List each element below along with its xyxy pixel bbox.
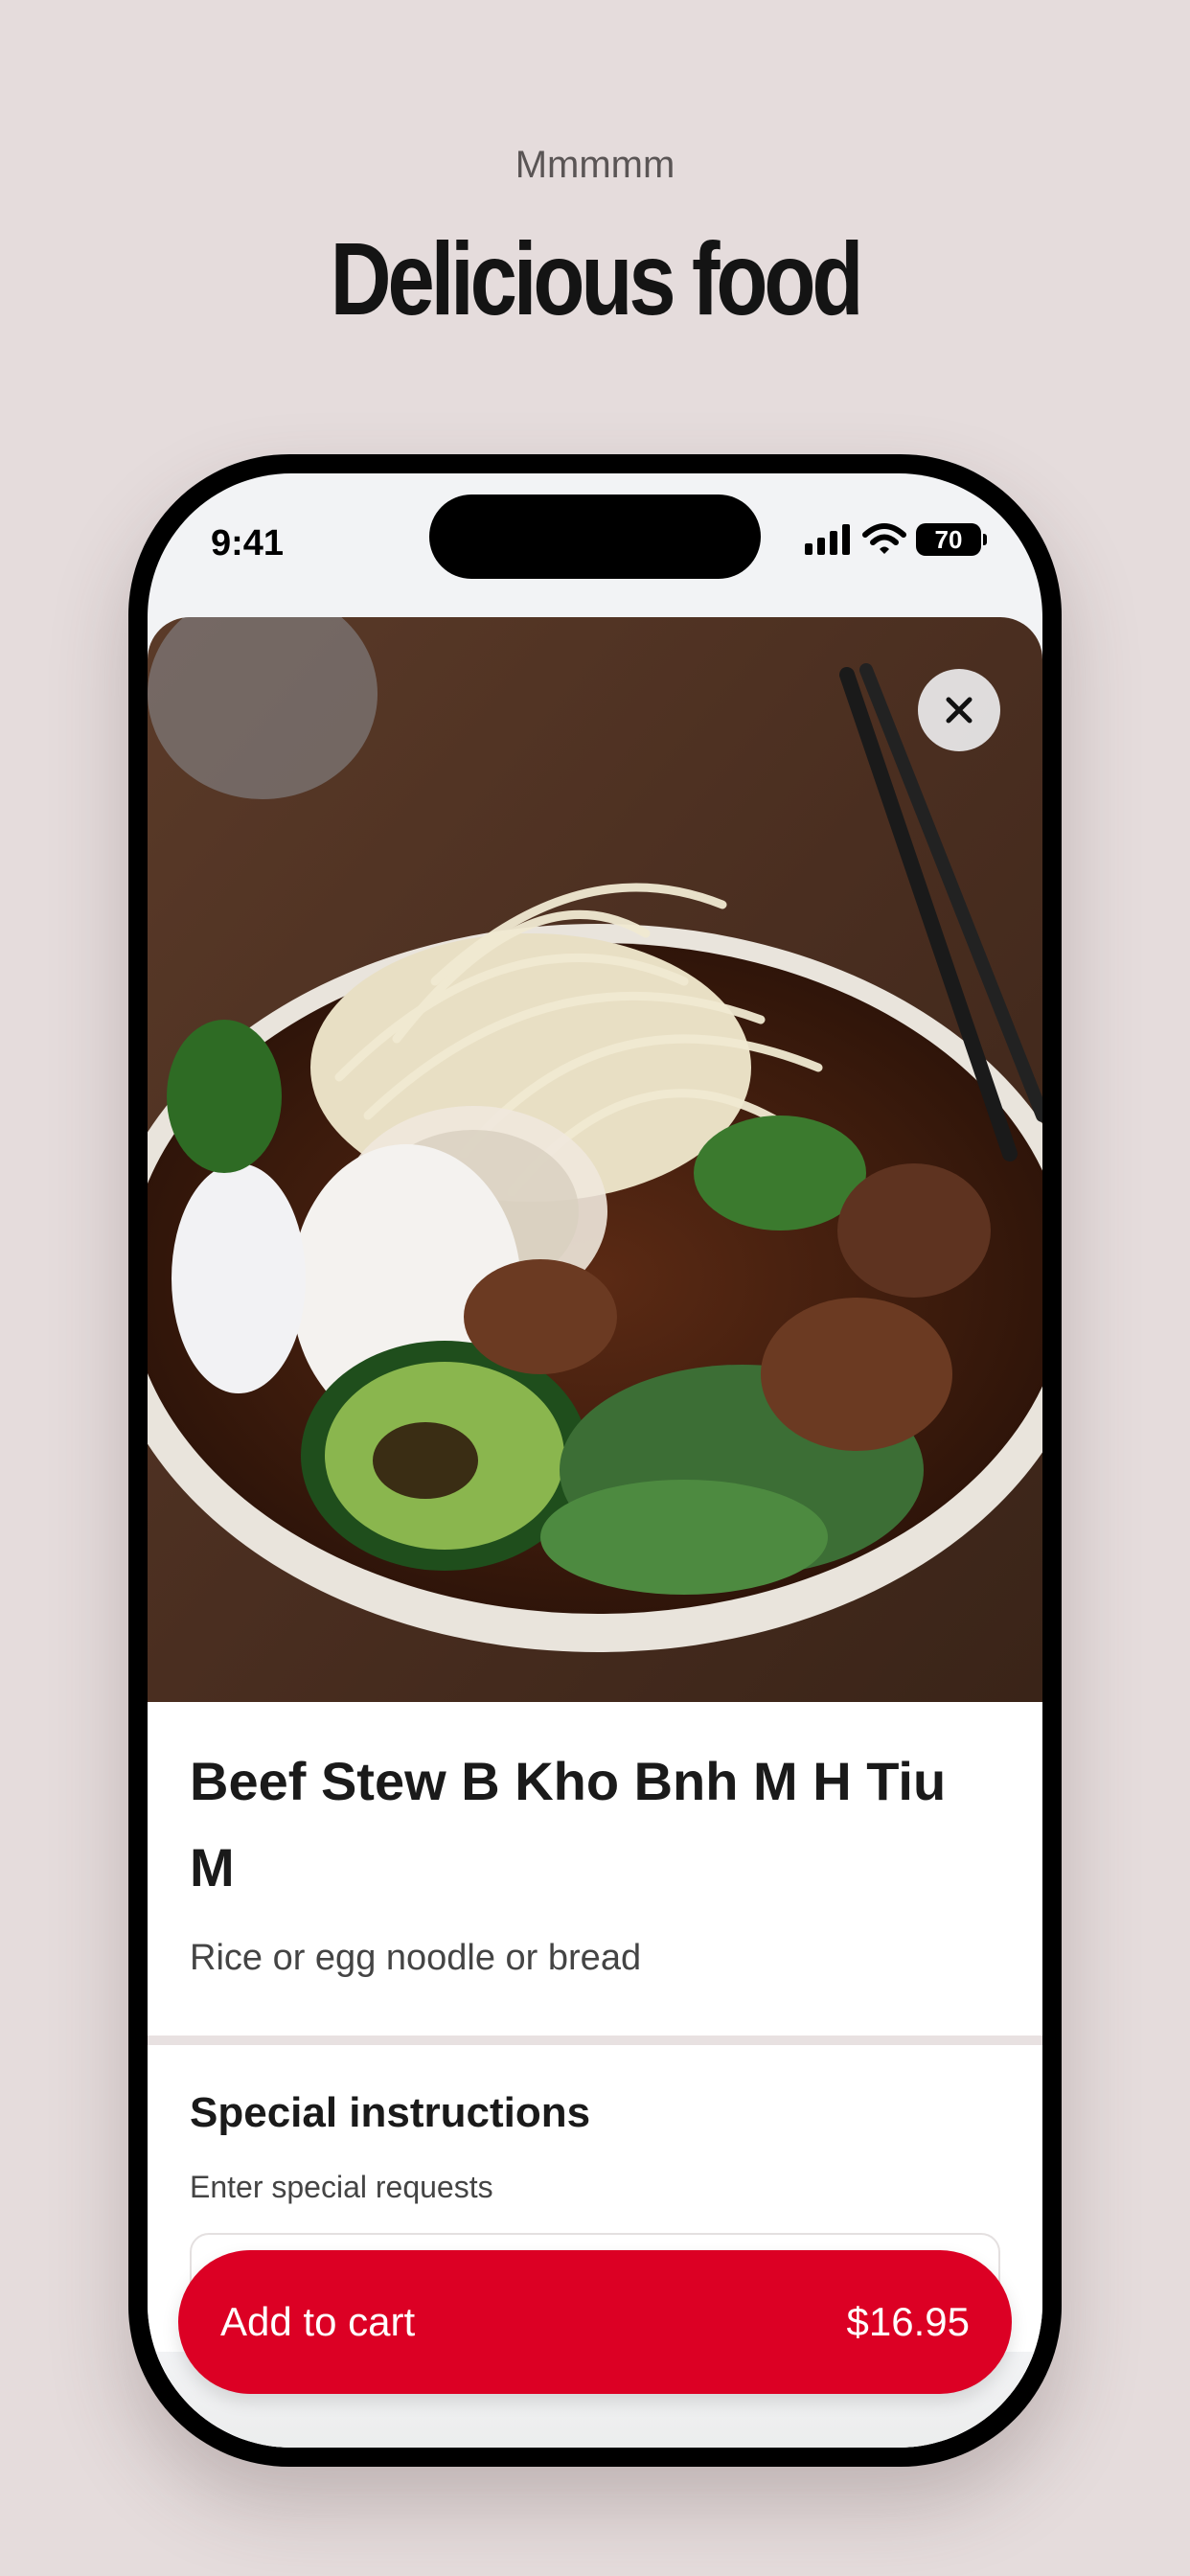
special-instructions-title: Special instructions	[190, 2089, 591, 2136]
dynamic-island	[429, 494, 761, 579]
close-button[interactable]	[918, 669, 1000, 751]
item-sheet: Beef Stew B Kho Bnh M H Tiu M Rice or eg…	[148, 617, 1042, 2448]
food-image	[148, 617, 1042, 1702]
cart-price: $16.95	[846, 2299, 970, 2344]
phone-screen: 9:41 70 Beef Stew B Kho Bnh M H Tiu M Ri…	[148, 473, 1042, 2448]
promo-subtitle: Mmmmm	[515, 144, 675, 186]
status-icons: 70	[805, 523, 987, 556]
section-divider	[148, 2036, 1042, 2045]
wifi-icon	[862, 523, 906, 554]
battery-icon: 70	[916, 523, 987, 556]
promo-title: Delicious food	[330, 220, 864, 336]
add-to-cart-label: Add to cart	[220, 2299, 416, 2344]
signal-icon	[805, 524, 850, 555]
status-time: 9:41	[211, 523, 285, 564]
status-bar: 9:41 70	[148, 473, 1042, 617]
add-to-cart-button[interactable]: Add to cart $16.95	[178, 2250, 1012, 2394]
special-instructions-hint: Enter special requests	[190, 2170, 493, 2204]
item-description: Rice or egg noodle or bread	[190, 1938, 642, 1978]
item-title: Beef Stew B Kho Bnh M H Tiu M	[190, 1751, 947, 1898]
phone-frame: 9:41 70 Beef Stew B Kho Bnh M H Tiu M Ri…	[128, 454, 1062, 2467]
close-icon	[946, 697, 973, 724]
